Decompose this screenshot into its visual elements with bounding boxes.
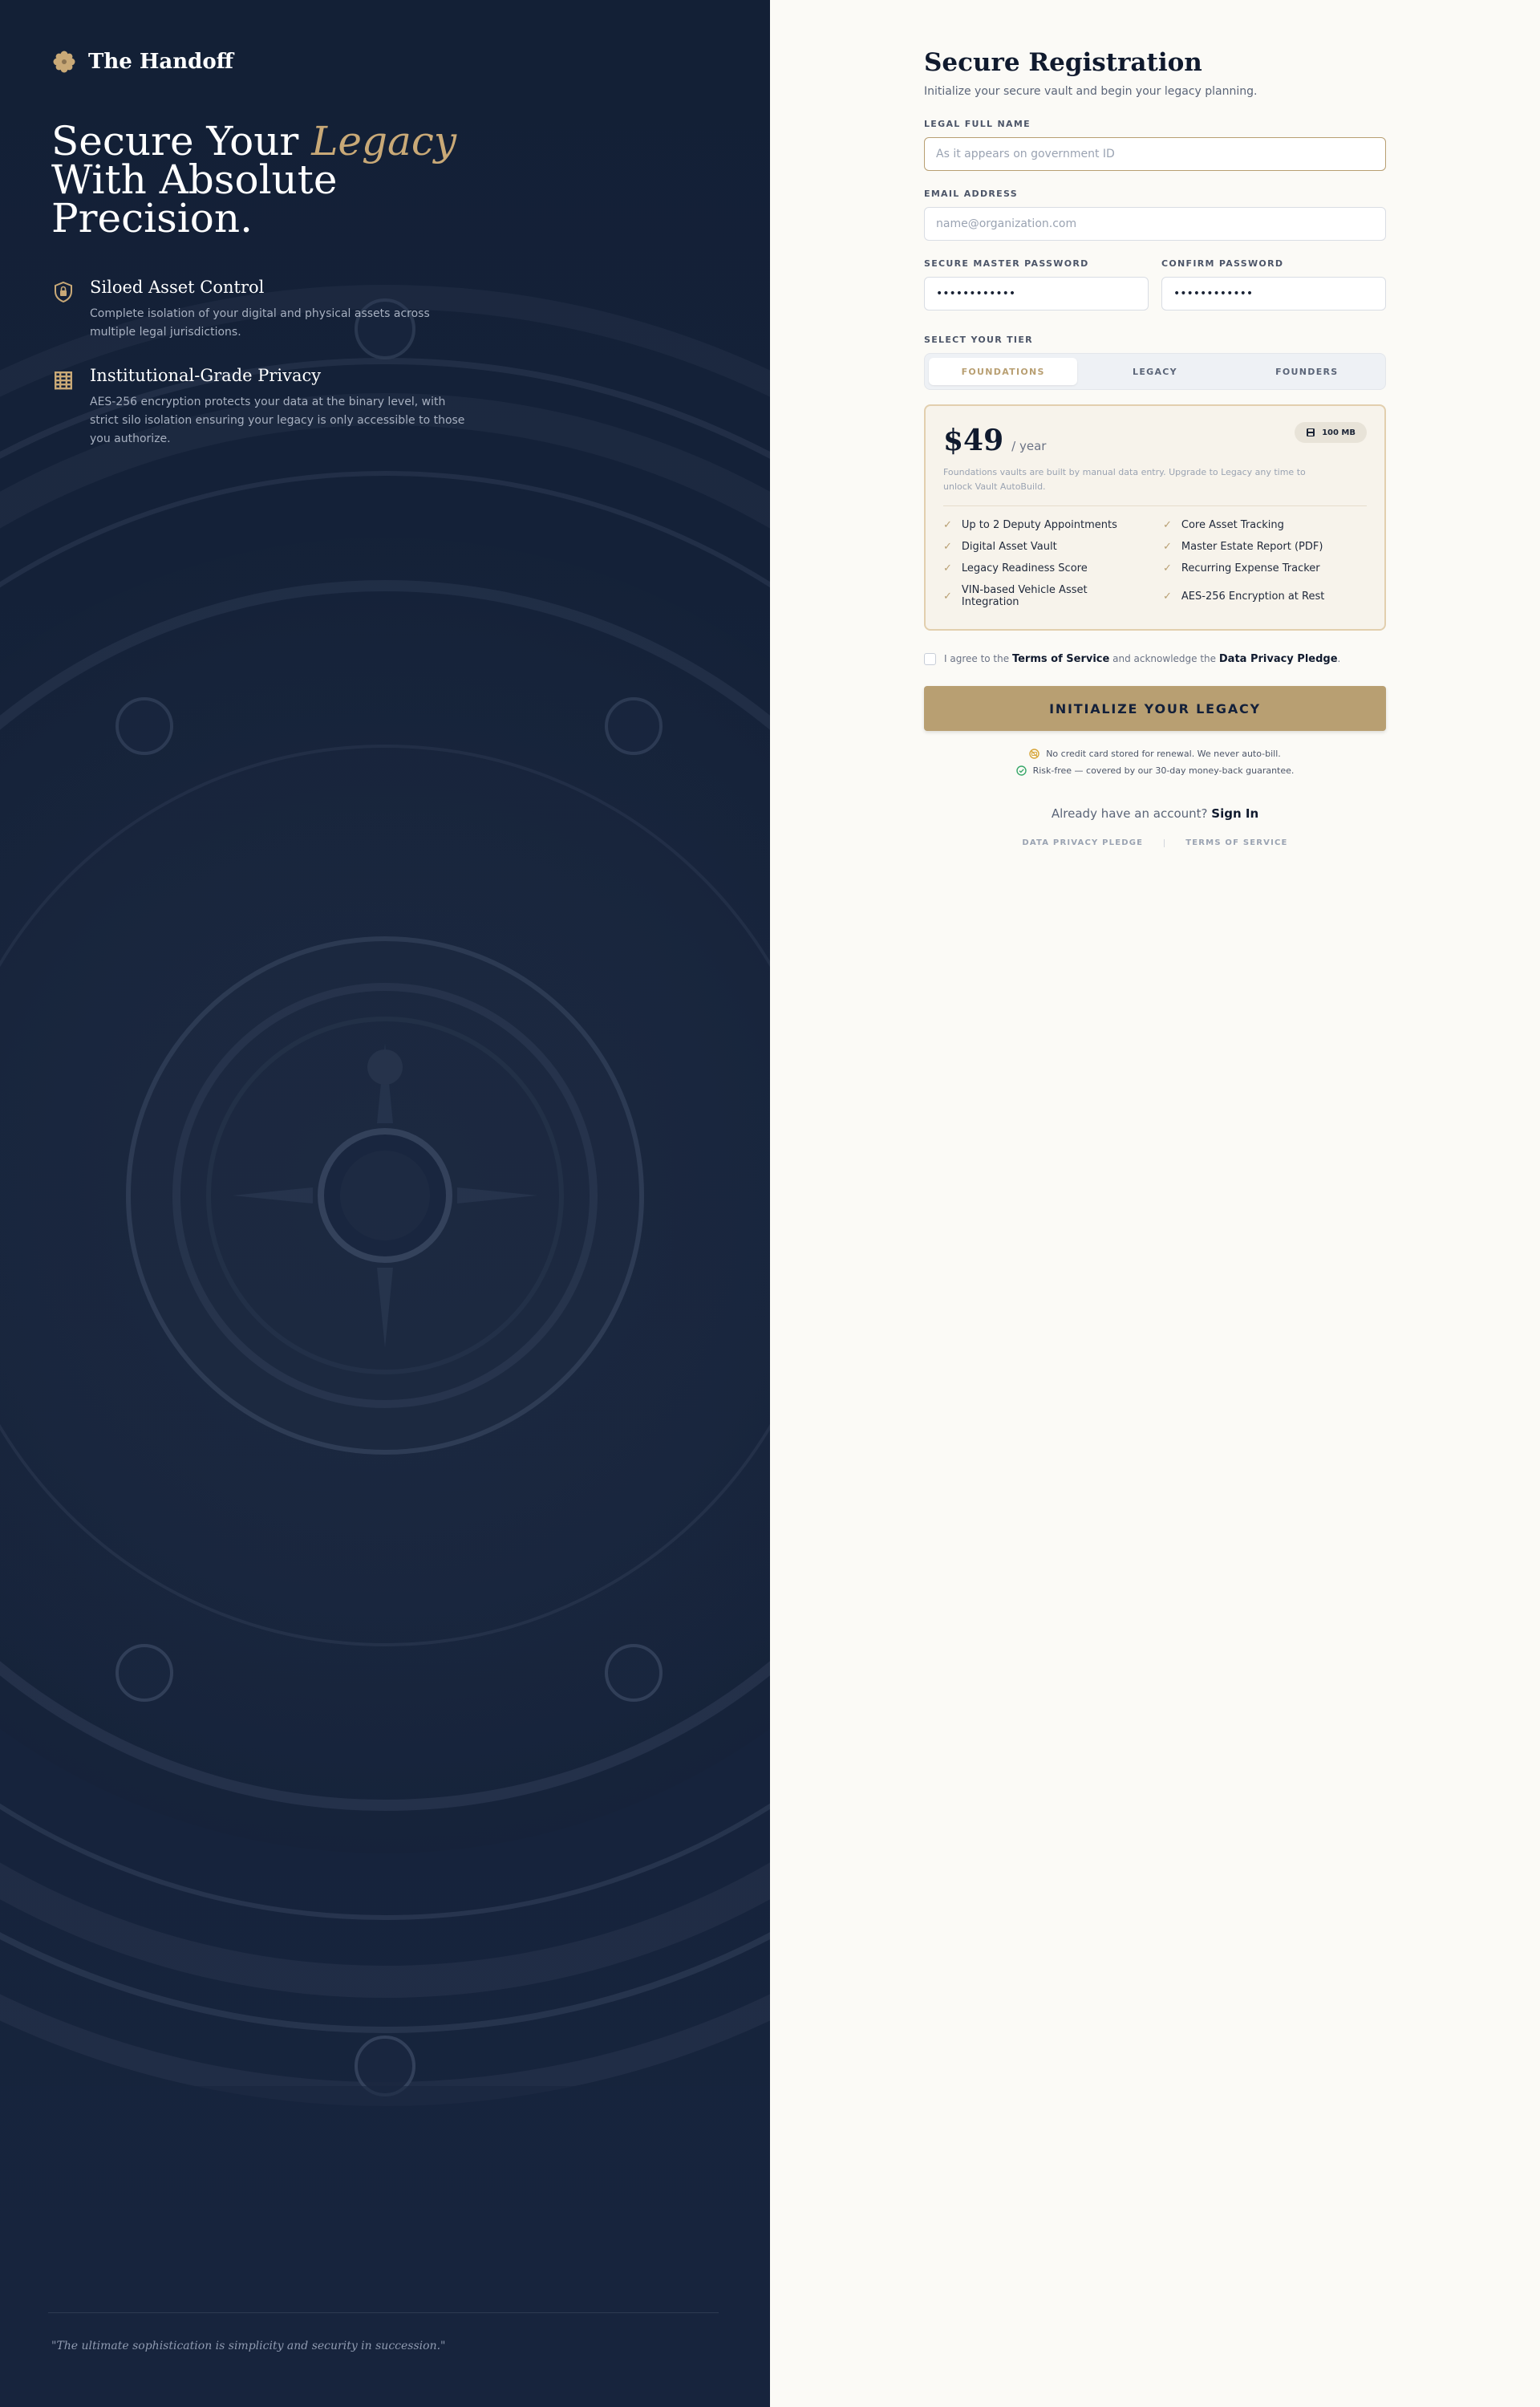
hero-panel: The Handoff Secure Your Legacy With Abso… xyxy=(0,0,770,2407)
plan-feature: ✓ Up to 2 Deputy Appointments xyxy=(943,519,1147,531)
plan-feature: ✓ Master Estate Report (PDF) xyxy=(1163,541,1367,553)
registration-form: Secure Registration Initialize your secu… xyxy=(924,48,1386,847)
plan-price: $49 xyxy=(943,424,1004,457)
plan-feature-text: Digital Asset Vault xyxy=(961,541,1057,553)
guarantee-no-card: No credit card stored for renewal. We ne… xyxy=(1029,749,1281,759)
signin-link[interactable]: Sign In xyxy=(1211,806,1258,821)
page-subtitle: Initialize your secure vault and begin y… xyxy=(924,85,1258,98)
footer-privacy-pledge-link[interactable]: DATA PRIVACY PLEDGE xyxy=(1022,838,1143,847)
tab-legacy[interactable]: LEGACY xyxy=(1080,358,1229,385)
no-card-icon xyxy=(1029,749,1040,759)
plan-feature-text: Master Estate Report (PDF) xyxy=(1181,541,1323,553)
footer-separator xyxy=(1164,838,1165,847)
grid-lock-icon xyxy=(55,371,72,390)
plan-feature-text: Legacy Readiness Score xyxy=(961,562,1088,574)
email-field: EMAIL ADDRESS xyxy=(924,189,1386,241)
guarantees: No credit card stored for renewal. We ne… xyxy=(924,749,1386,776)
feature-description: AES-256 encryption protects your data at… xyxy=(90,396,465,445)
vault-door-illustration xyxy=(0,0,770,2407)
full-name-label: LEGAL FULL NAME xyxy=(924,119,1031,129)
guarantee-text: No credit card stored for renewal. We ne… xyxy=(1046,749,1281,759)
terms-text: I agree to the Terms of Service and ackn… xyxy=(944,653,1340,665)
plan-feature-text: Up to 2 Deputy Appointments xyxy=(961,519,1117,531)
terms-agreement: I agree to the Terms of Service and ackn… xyxy=(924,653,1386,665)
tier-field: SELECT YOUR TIER FOUNDATIONS LEGACY FOUN… xyxy=(924,335,1386,390)
plan-feature: ✓ Legacy Readiness Score xyxy=(943,562,1147,574)
brand-name: The Handoff xyxy=(88,50,234,74)
feature-description: Complete isolation of your digital and p… xyxy=(90,307,430,339)
gear-flower-icon xyxy=(53,51,75,73)
check-icon: ✓ xyxy=(943,562,952,574)
guarantee-money-back: Risk-free — covered by our 30-day money-… xyxy=(1015,765,1295,776)
signin-prompt: Already have an account? Sign In xyxy=(924,806,1386,821)
terms-of-service-link[interactable]: Terms of Service xyxy=(1012,653,1109,665)
plan-feature: ✓ AES-256 Encryption at Rest xyxy=(1163,584,1367,608)
tier-tabs: FOUNDATIONS LEGACY FOUNDERS xyxy=(924,353,1386,390)
plan-card: $49 / year 100 MB Foundations vaults are… xyxy=(924,404,1386,631)
plan-feature-text: Recurring Expense Tracker xyxy=(1181,562,1320,574)
plan-feature: ✓ Recurring Expense Tracker xyxy=(1163,562,1367,574)
signin-text: Already have an account? xyxy=(1051,806,1208,821)
plan-feature: ✓ VIN-based Vehicle Asset Integration xyxy=(943,584,1147,608)
terms-checkbox[interactable] xyxy=(924,653,936,665)
check-icon: ✓ xyxy=(943,590,952,603)
feature-title: Siloed Asset Control xyxy=(90,278,265,297)
full-name-field: LEGAL FULL NAME xyxy=(924,119,1386,171)
password-row: SECURE MASTER PASSWORD CONFIRM PASSWORD xyxy=(924,258,1386,311)
plan-feature-text: Core Asset Tracking xyxy=(1181,519,1284,531)
storage-badge: 100 MB xyxy=(1295,422,1367,443)
footer-links: DATA PRIVACY PLEDGE TERMS OF SERVICE xyxy=(924,838,1386,847)
floppy-disk-icon xyxy=(1307,428,1315,436)
shield-lock-icon xyxy=(55,281,72,303)
plan-feature-text: AES-256 Encryption at Rest xyxy=(1181,590,1325,603)
plan-divider xyxy=(943,505,1367,506)
full-name-input[interactable] xyxy=(924,137,1386,171)
feature-institutional-privacy: Institutional-Grade Privacy AES-256 encr… xyxy=(53,366,470,449)
feature-title: Institutional-Grade Privacy xyxy=(90,366,322,385)
tab-founders[interactable]: FOUNDERS xyxy=(1233,358,1381,385)
terms-suffix: . xyxy=(1337,653,1341,664)
password-input[interactable] xyxy=(924,277,1149,311)
feature-siloed-asset-control: Siloed Asset Control Complete isolation … xyxy=(53,278,470,342)
confirm-password-field: CONFIRM PASSWORD xyxy=(1161,258,1386,311)
check-icon: ✓ xyxy=(1163,519,1172,531)
tab-foundations[interactable]: FOUNDATIONS xyxy=(929,358,1078,385)
brand[interactable]: The Handoff xyxy=(53,50,233,74)
plan-features: ✓ Up to 2 Deputy Appointments ✓ Core Asset… xyxy=(943,519,1367,608)
hero-headline: Secure Your Legacy With Absolute Precisi… xyxy=(51,121,500,238)
terms-middle: and acknowledge the xyxy=(1112,653,1217,664)
check-circle-icon xyxy=(1015,765,1027,776)
privacy-pledge-link[interactable]: Data Privacy Pledge xyxy=(1219,653,1338,665)
plan-feature: ✓ Core Asset Tracking xyxy=(1163,519,1367,531)
check-icon: ✓ xyxy=(1163,590,1172,603)
initialize-legacy-button[interactable]: INITIALIZE YOUR LEGACY xyxy=(924,686,1386,731)
email-input[interactable] xyxy=(924,207,1386,241)
quote-divider xyxy=(48,2312,719,2313)
plan-note: Foundations vaults are built by manual d… xyxy=(943,467,1306,492)
check-icon: ✓ xyxy=(943,519,952,531)
registration-panel: Secure Registration Initialize your secu… xyxy=(770,0,1540,2407)
password-field: SECURE MASTER PASSWORD xyxy=(924,258,1149,311)
storage-value: 100 MB xyxy=(1322,428,1356,437)
plan-feature-text: VIN-based Vehicle Asset Integration xyxy=(961,584,1088,608)
confirm-password-input[interactable] xyxy=(1161,277,1386,311)
footer-quote: "The ultimate sophistication is simplici… xyxy=(51,2340,446,2352)
confirm-password-label: CONFIRM PASSWORD xyxy=(1161,258,1284,269)
check-icon: ✓ xyxy=(943,541,952,553)
terms-prefix: I agree to the xyxy=(944,653,1010,664)
tier-label: SELECT YOUR TIER xyxy=(924,335,1033,345)
email-label: EMAIL ADDRESS xyxy=(924,189,1018,199)
plan-feature: ✓ Digital Asset Vault xyxy=(943,541,1147,553)
plan-period: / year xyxy=(1011,439,1047,453)
guarantee-text: Risk-free — covered by our 30-day money-… xyxy=(1032,765,1295,776)
check-icon: ✓ xyxy=(1163,541,1172,553)
page-title: Secure Registration xyxy=(924,48,1202,77)
hero-line-3: Precision. xyxy=(51,195,253,242)
footer-terms-link[interactable]: TERMS OF SERVICE xyxy=(1185,838,1287,847)
password-label: SECURE MASTER PASSWORD xyxy=(924,258,1089,269)
check-icon: ✓ xyxy=(1163,562,1172,574)
